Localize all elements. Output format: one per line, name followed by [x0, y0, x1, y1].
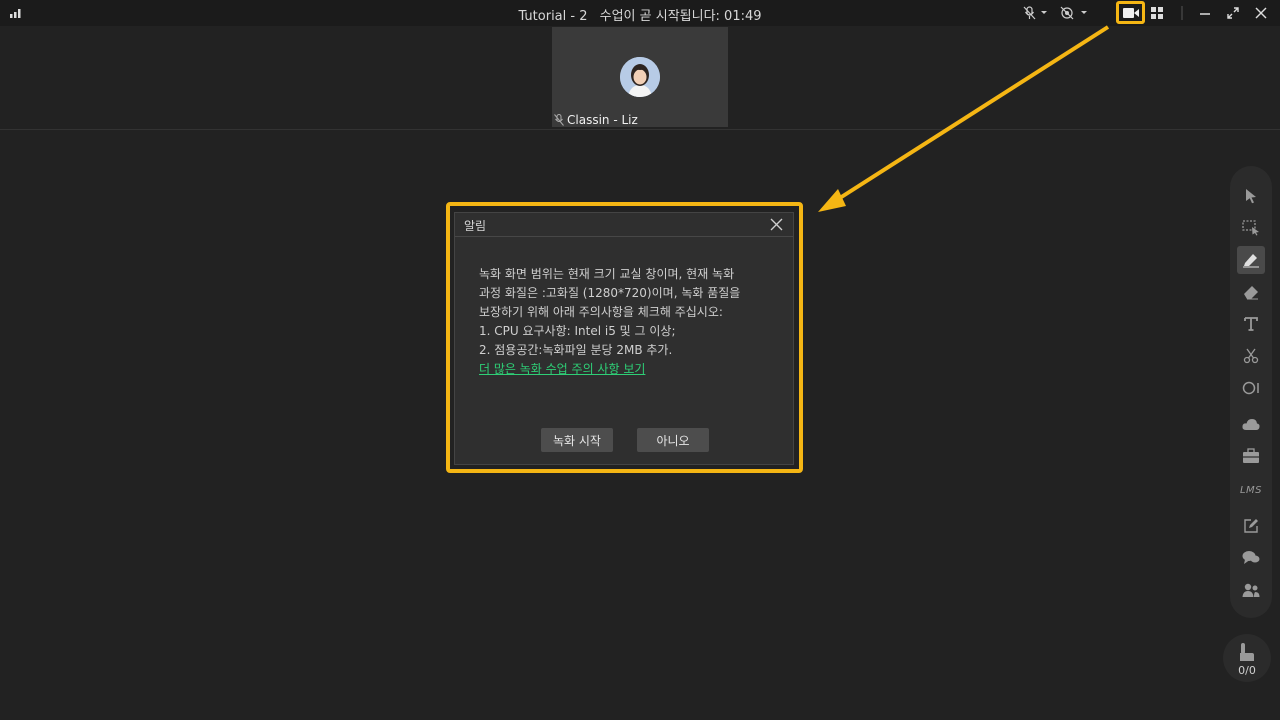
close-window-button[interactable] [1252, 4, 1270, 22]
cancel-button[interactable]: 아니오 [637, 428, 709, 452]
right-toolbar: LMS [1230, 166, 1272, 618]
text-icon [1244, 317, 1258, 331]
fullscreen-button[interactable] [1224, 4, 1242, 22]
hand-raise-count: 0/0 [1238, 664, 1256, 677]
avatar [620, 57, 660, 97]
dialog-message: 녹화 화면 범위는 현재 크기 교실 창이며, 현재 녹화 과정 화질은 :고화… [479, 265, 779, 379]
eraser-icon [1244, 286, 1258, 300]
scissors-tool[interactable] [1237, 342, 1265, 370]
dialog-line: 녹화 화면 범위는 현재 크기 교실 창이며, 현재 녹화 [479, 267, 735, 281]
cloud-tool[interactable] [1237, 410, 1265, 438]
dialog-line: 과정 화질은 :고화질 (1280*720)이며, 녹화 품질을 [479, 286, 741, 300]
users-tool[interactable] [1237, 576, 1265, 604]
camera-toggle-button[interactable] [1059, 4, 1091, 22]
users-icon [1242, 583, 1260, 597]
area-select-tool[interactable] [1237, 214, 1265, 242]
toolbox-icon [1243, 448, 1259, 463]
select-icon [1246, 189, 1256, 204]
edit-tool[interactable] [1237, 512, 1265, 540]
minimize-icon [1200, 13, 1210, 15]
minimize-button[interactable] [1196, 4, 1214, 22]
area-select-icon [1242, 220, 1259, 236]
camera-muted-icon [1060, 6, 1087, 20]
participant-name: Classin - Liz [567, 113, 638, 127]
hand-raise-button[interactable]: 0/0 [1223, 634, 1271, 682]
dialog-header: 알림 [455, 213, 793, 237]
dialog-line: 보장하기 위해 아래 주의사항을 체크해 주십시오: [479, 305, 723, 319]
dialog-line: 1. CPU 요구사항: Intel i5 및 그 이상; [479, 324, 676, 338]
shape-icon [1242, 381, 1259, 395]
lms-tool[interactable]: LMS [1237, 476, 1265, 504]
participant-name-label: Classin - Liz [554, 113, 638, 127]
video-strip: Classin - Liz [0, 26, 1280, 130]
edit-icon [1244, 519, 1258, 533]
cloud-icon [1242, 419, 1260, 430]
toolbox-tool[interactable] [1237, 442, 1265, 470]
close-icon[interactable] [770, 218, 783, 231]
toolbar-divider [1178, 4, 1186, 22]
pen-tool[interactable] [1237, 246, 1265, 274]
dialog-title: 알림 [464, 219, 487, 233]
pen-icon [1243, 254, 1259, 268]
video-tile[interactable]: Classin - Liz [552, 27, 728, 127]
fullscreen-icon [1227, 7, 1239, 19]
class-title: Tutorial - 2 [518, 9, 588, 24]
scissors-icon [1243, 348, 1259, 364]
avatar-image [620, 57, 660, 97]
mic-toggle-button[interactable] [1020, 4, 1052, 22]
class-countdown: 수업이 곧 시작됩니다: 01:49 [599, 9, 762, 24]
select-tool[interactable] [1237, 182, 1265, 210]
mic-muted-icon [1023, 6, 1047, 20]
grid-layout-icon [1151, 7, 1163, 19]
mic-muted-icon [554, 114, 564, 126]
recording-tips-link[interactable]: 더 많은 녹화 수업 주의 사항 보기 [479, 362, 645, 376]
lms-icon: LMS [1239, 484, 1263, 496]
camera-highlight-box [1116, 1, 1145, 24]
text-tool[interactable] [1237, 310, 1265, 338]
dialog-line: 2. 점용공간:녹화파일 분당 2MB 추가. [479, 343, 673, 357]
title-bar: Tutorial - 2 수업이 곧 시작됩니다: 01:49 [0, 0, 1280, 26]
close-icon [1255, 7, 1267, 19]
chat-icon [1242, 551, 1260, 564]
start-recording-button[interactable]: 녹화 시작 [541, 428, 613, 452]
shape-tool[interactable] [1237, 374, 1265, 402]
eraser-tool[interactable] [1237, 278, 1265, 306]
layout-grid-button[interactable] [1148, 4, 1166, 22]
hand-raise-icon [1240, 643, 1254, 661]
chat-tool[interactable] [1237, 544, 1265, 572]
recording-notice-dialog: 알림 녹화 화면 범위는 현재 크기 교실 창이며, 현재 녹화 과정 화질은 … [454, 212, 794, 465]
